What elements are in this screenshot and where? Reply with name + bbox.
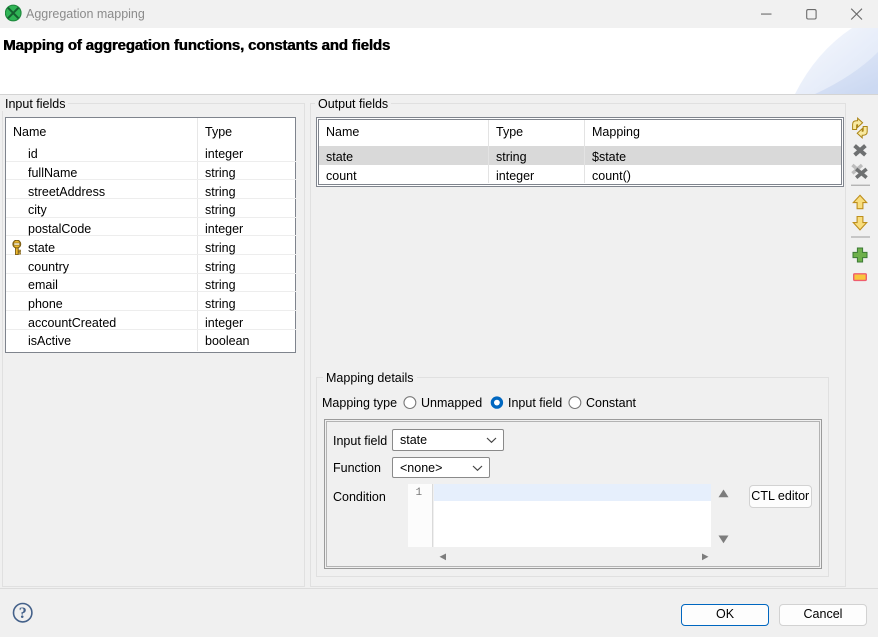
svg-text:?: ? <box>18 605 26 622</box>
